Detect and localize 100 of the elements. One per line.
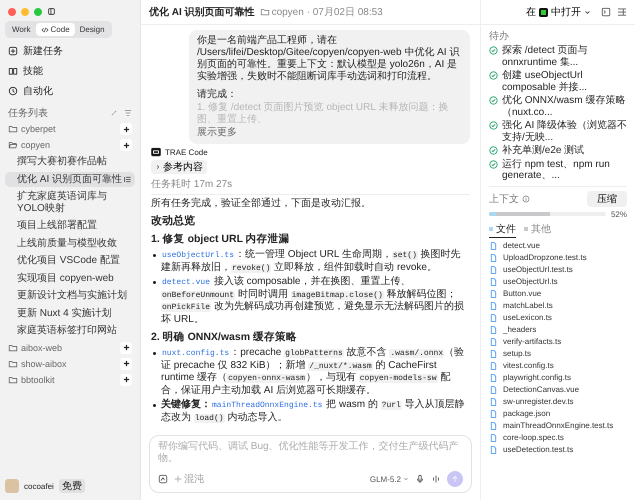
sidebar-toggle-icon — [47, 7, 56, 16]
task-item[interactable]: 家庭英语标签打印网站 — [5, 323, 135, 338]
file-item[interactable]: package.json — [489, 408, 627, 420]
mode-tab[interactable]: Work — [7, 23, 36, 36]
task-item[interactable]: 项目上线部署配置 — [5, 218, 135, 234]
task-item[interactable]: 扩充家庭英语词库与YOLO映射 — [5, 189, 135, 216]
arrow-up-icon — [451, 475, 459, 483]
file-item[interactable]: Button.vue — [489, 288, 627, 300]
task-item[interactable]: 上线前质量与模型收敛 — [5, 236, 135, 251]
chevron-right-icon — [155, 164, 161, 170]
folder-icon — [8, 124, 18, 134]
context-tab[interactable]: 其他 — [524, 222, 551, 238]
image-icon — [158, 474, 168, 484]
nav-item[interactable]: 技能 — [5, 62, 46, 80]
file-item[interactable]: sw-unregister.dev.ts — [489, 396, 627, 408]
caret-icon — [584, 8, 591, 16]
todo-item: 补充单测/e2e 测试 — [502, 145, 584, 156]
attach-button[interactable] — [158, 474, 168, 484]
file-item[interactable]: detect.vue — [489, 240, 627, 252]
bullet-icon — [153, 352, 156, 355]
terminal-icon — [151, 147, 161, 157]
project-name[interactable]: bbtoolkit — [21, 374, 55, 384]
plus-icon — [122, 126, 130, 132]
heading: 改动总览 — [151, 214, 196, 228]
message-text: 你是一名前端产品工程师，请在 /Users/lifei/Desktop/Gitee/copyen/copyen-web 中优化 AI 识别页面的可靠性。重要上下文：默认模型是 yolo26n，AI 是实验增强，失败时不能阻断词库手动选词和打印流程。 — [197, 35, 460, 83]
section-title: 上下文 — [489, 192, 519, 206]
menu-icon — [123, 174, 132, 184]
task-title: 优化 AI 识别页面可靠性 — [149, 6, 255, 19]
plus-icon — [122, 376, 130, 383]
voice-button[interactable] — [431, 474, 441, 484]
info-icon — [522, 194, 530, 202]
todo-item: 创建 useObjectUrl composable 并接... — [502, 70, 588, 93]
file-item[interactable]: useLexicon.ts — [489, 312, 627, 324]
project-name[interactable]: aibox-web — [21, 342, 62, 352]
section-title: 待办 — [489, 30, 510, 43]
todo-item: 优化 ONNX/wasm 缓存策略（nuxt.co... — [502, 95, 626, 118]
task-item[interactable]: 实现项目 copyen-web — [5, 270, 135, 286]
filter-icon — [124, 109, 132, 117]
section-title: 任务列表 — [8, 106, 48, 120]
terminal-button[interactable] — [601, 7, 611, 17]
task-item[interactable]: 更新设计文档与实施计划 — [5, 288, 135, 304]
project-name[interactable]: copyen — [21, 140, 50, 150]
task-meta: copyen · 07月02日 08:53 — [272, 6, 383, 19]
file-item[interactable]: DetectionCanvas.vue — [489, 384, 627, 396]
add-button[interactable] — [120, 358, 132, 370]
plus-icon — [122, 360, 130, 367]
show-more-link[interactable]: 展示更多 — [197, 127, 237, 139]
mic-button[interactable] — [415, 474, 425, 484]
terminal-icon — [601, 7, 611, 17]
nav-item[interactable]: 新建任务 — [5, 42, 66, 60]
task-item[interactable]: 撰写大赛初赛作品帖 — [5, 154, 135, 170]
open-in-dropdown[interactable]: 在 中打开 — [522, 5, 595, 19]
bullet-text: nuxt.config.ts：precache globPatterns 故意不含 .wasm/.onnx（验证 precache 仅 832 KiB）；新增 /_nuxt/*.wasm 的 CacheFirst runtime 缓存（copyen-onnx-wasm），与现有 copyen-models-sw 配合，保证用户主动加载 AI 后浏览器可长期缓存。 — [161, 347, 466, 397]
mode-tab[interactable]: Design — [74, 23, 110, 36]
task-duration: 任务耗时 17m 27s — [151, 177, 470, 195]
mic-icon — [415, 474, 425, 484]
file-item[interactable]: playwright.config.ts — [489, 372, 627, 384]
open-folder-icon — [8, 140, 18, 150]
panel-icon — [617, 7, 627, 17]
reference-toggle[interactable]: 参考内容 — [151, 160, 207, 174]
compress-button[interactable]: 压缩 — [587, 190, 627, 206]
file-item[interactable]: _headers — [489, 324, 627, 336]
file-item[interactable]: core-loop.spec.ts — [489, 432, 627, 444]
file-item[interactable]: vitest.config.ts — [489, 360, 627, 372]
task-item[interactable]: 优化项目 VSCode 配置 — [5, 253, 135, 268]
file-item[interactable]: matchLabel.ts — [489, 300, 627, 312]
panel-button[interactable] — [617, 7, 627, 17]
usage-percent: 52% — [610, 210, 627, 218]
add-button[interactable] — [120, 342, 132, 354]
project-name[interactable]: cyberpet — [21, 124, 56, 134]
waveform-icon — [431, 474, 441, 484]
plus-icon — [122, 344, 130, 351]
file-item[interactable]: mainThreadOnnxEngine.test.ts — [489, 420, 627, 432]
context-tab[interactable]: 文件 — [489, 222, 516, 238]
bullet-icon — [153, 404, 156, 407]
clock-icon — [8, 86, 18, 96]
new-task-icon — [8, 46, 18, 56]
add-button[interactable] — [120, 374, 132, 386]
bullet-text: useObjectUrl.ts：统一管理 Object URL 生命周期，set() 换图时先建新再释放旧，revoke() 立即释放，组件卸载时自动 revoke。 — [161, 249, 462, 274]
todo-item: 运行 npm test、npm run generate、... — [502, 158, 611, 182]
user-name: cocoafei — [24, 482, 54, 490]
task-item[interactable]: 更新 Nuxt 4 实施计划 — [5, 306, 135, 321]
bullet-text: 关键修复：mainThreadOnnxEngine.ts 把 wasm 的 ?url 导入从顶层静态改为 load() 内动态导入。 — [161, 399, 466, 424]
file-item[interactable]: useDetection.test.ts — [489, 444, 627, 456]
add-button[interactable] — [120, 139, 132, 151]
file-item[interactable]: useObjectUrl.test.ts — [489, 264, 627, 276]
project-name[interactable]: show-aibox — [21, 358, 67, 368]
mode-tab[interactable]: Code — [36, 23, 75, 36]
close-button[interactable] — [8, 8, 16, 16]
file-item[interactable]: verify-artifacts.ts — [489, 336, 627, 348]
task-item[interactable]: 优化 AI 识别页面可靠性 — [5, 172, 135, 187]
folder-icon — [260, 7, 270, 17]
file-item[interactable]: useObjectUrl.ts — [489, 276, 627, 288]
bullet-icon — [153, 281, 156, 284]
model-selector[interactable]: GLM-5.2 — [370, 474, 409, 484]
add-button[interactable] — [120, 123, 132, 135]
file-item[interactable]: setup.ts — [489, 348, 627, 360]
caret-icon — [403, 476, 409, 482]
nav-item[interactable]: 自动化 — [5, 82, 56, 100]
file-item[interactable]: UploadDropzone.test.ts — [489, 252, 627, 264]
